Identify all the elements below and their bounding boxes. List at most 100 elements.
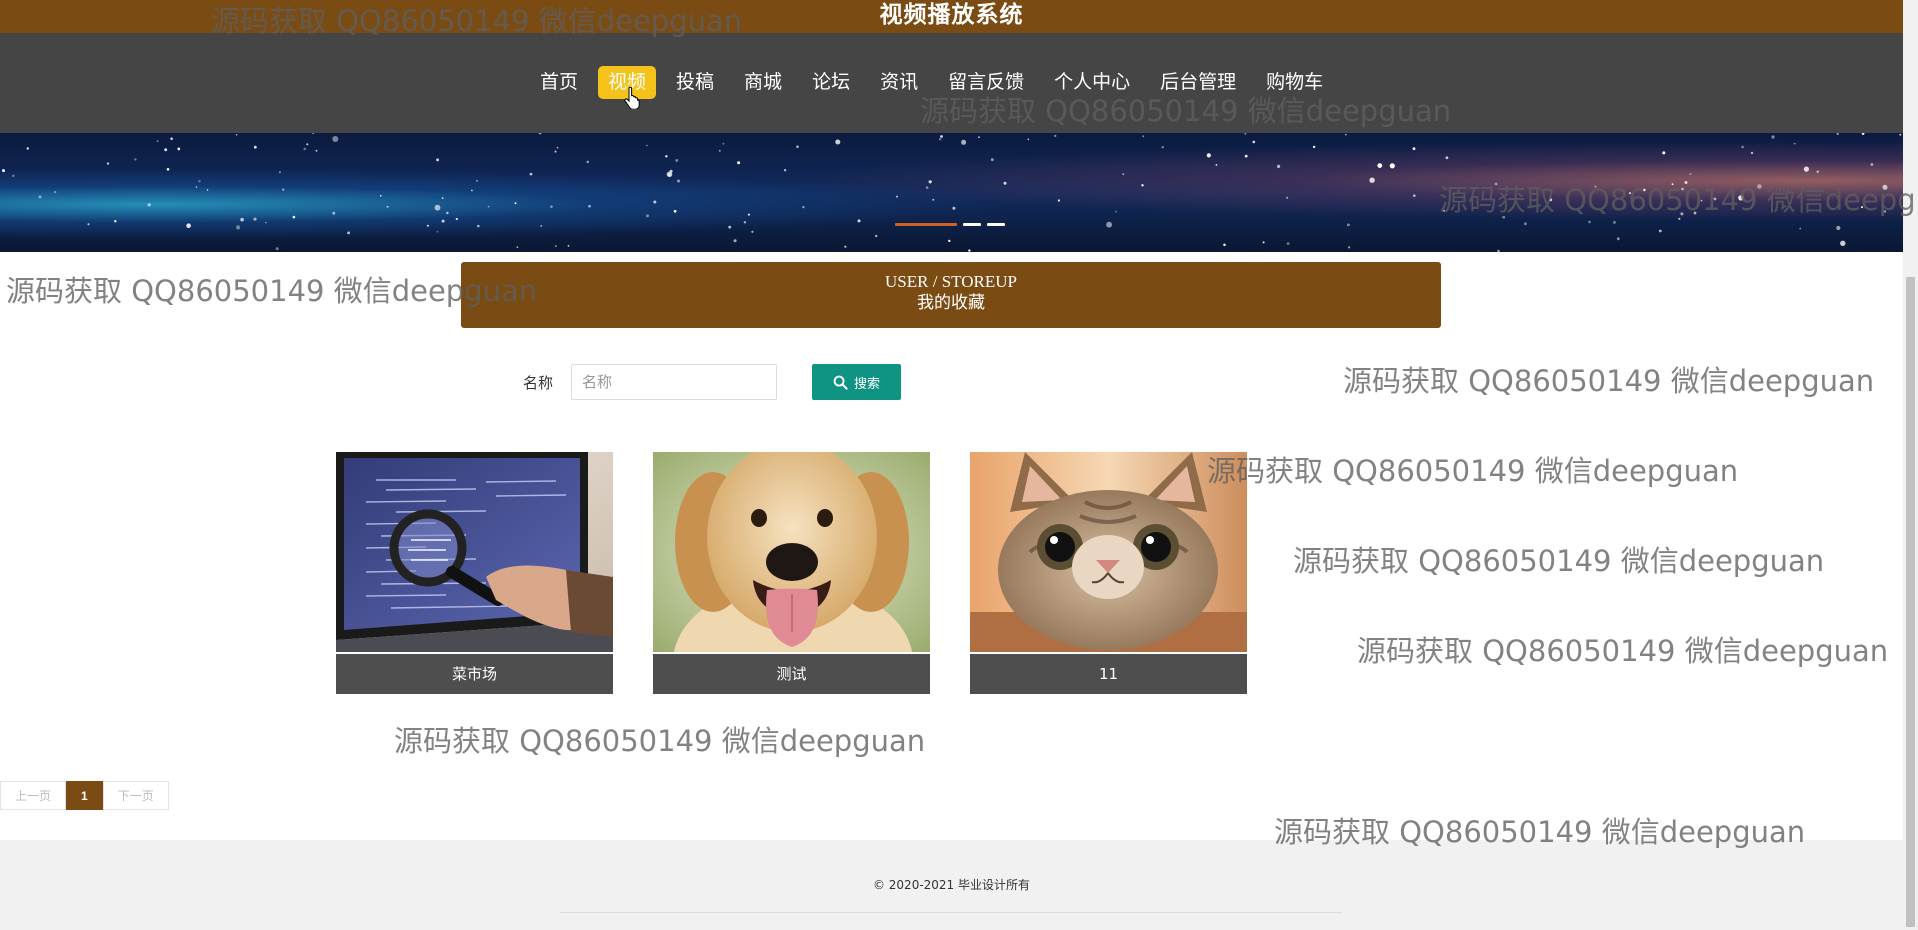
star-dot [87,223,90,226]
star-dot [332,211,336,215]
star-dot [1681,187,1684,191]
section-header: USER / STOREUP 我的收藏 [461,262,1441,328]
star-dot [737,161,741,165]
star-dot [554,245,557,247]
star-dot [1713,197,1717,201]
golden-retriever-photo [653,452,930,652]
nav-item-news[interactable]: 资讯 [870,66,928,99]
section-title-en: USER / STOREUP [885,272,1017,291]
star-dot [1142,135,1145,138]
star-dot [1684,181,1688,184]
star-dot [948,239,951,243]
nav-item-shop[interactable]: 商城 [734,66,792,99]
star-dot [1244,133,1247,135]
search-icon [833,375,848,390]
star-dot [733,239,737,243]
star-dot [471,189,473,192]
star-dot [186,223,191,228]
star-dot [1757,184,1762,189]
star-dot [1700,199,1703,202]
nav-item-forum[interactable]: 论坛 [802,66,860,99]
star-dot [436,231,439,233]
watermark-text: 源码获取 QQ86050149 微信deepguan [1357,634,1889,668]
carousel-indicator[interactable] [987,223,1005,226]
page: 视频播放系统 首页 视频 投稿 商城 论坛 资讯 留言反馈 个人中心 后台管理 … [0,0,1918,930]
star-dot [835,139,841,145]
laptop-magnifier-photo [336,452,613,652]
star-dot [961,139,967,145]
nav-bar: 首页 视频 投稿 商城 论坛 资讯 留言反馈 个人中心 后台管理 购物车 [0,33,1903,133]
carousel-indicator[interactable] [895,223,957,226]
star-dot [952,206,956,210]
star-dot [441,197,444,199]
nav-item-admin[interactable]: 后台管理 [1150,66,1246,99]
star-dot [426,224,429,227]
star-dot [1252,140,1256,144]
star-dot [1497,249,1500,252]
star-dot [1369,177,1375,183]
star-dot [728,225,732,229]
star-dot [177,147,181,151]
star-dot [240,217,244,222]
star-dot [1689,173,1692,175]
star-dot [1882,184,1888,190]
hero-banner[interactable] [0,133,1903,252]
star-dot [306,143,309,146]
nav-item-home[interactable]: 首页 [530,66,588,99]
search-button[interactable]: 搜索 [812,364,901,400]
scrollbar-thumb[interactable] [1906,277,1915,927]
star-dot [1003,181,1007,185]
star-dot [1106,221,1112,228]
star-dot [586,160,590,164]
star-dot [1816,170,1819,173]
watermark-text: 源码获取 QQ86050149 微信deepguan [394,724,926,758]
star-dot [1443,209,1446,212]
nav-item-submit[interactable]: 投稿 [666,66,724,99]
star-dot [1027,138,1030,141]
nav-menu: 首页 视频 投稿 商城 论坛 资讯 留言反馈 个人中心 后台管理 购物车 [530,66,1343,99]
favorite-card[interactable]: 11 [970,452,1247,694]
star-dot [653,200,657,204]
nav-item-profile[interactable]: 个人中心 [1044,66,1140,99]
star-dot [554,150,557,153]
card-title: 11 [970,654,1247,694]
star-dot [875,234,878,238]
name-search-input[interactable] [571,364,777,400]
star-dot [1549,198,1553,202]
star-dot [1741,145,1744,149]
current-page-button[interactable]: 1 [66,781,103,810]
star-dot [487,205,490,208]
favorite-card[interactable]: 测试 [653,452,930,694]
star-dot [747,213,750,216]
star-dot [2,169,5,173]
star-dot [722,142,725,145]
star-dot [1612,220,1616,224]
next-page-button[interactable]: 下一页 [102,781,169,810]
card-title: 菜市场 [336,654,613,694]
star-dot [278,171,281,174]
favorite-card[interactable]: 菜市场 [336,452,613,694]
card-title: 测试 [653,654,930,694]
prev-page-button[interactable]: 上一页 [0,781,67,810]
star-dot [1054,134,1057,137]
star-dot [164,148,168,152]
nav-item-cart[interactable]: 购物车 [1256,66,1333,99]
star-dot [514,202,517,205]
site-title: 视频播放系统 [879,2,1024,28]
star-dot [1594,185,1597,188]
star-dot [380,195,382,197]
star-dot [347,231,350,235]
star-dot [1793,142,1796,145]
nav-item-feedback[interactable]: 留言反馈 [938,66,1034,99]
star-dot [928,180,932,184]
pagination: 上一页 1 下一页 [0,781,169,810]
star-dot [1883,210,1887,213]
star-dot [1141,184,1144,187]
star-dot [567,245,570,247]
star-dot [303,147,307,151]
star-dot [1223,243,1226,247]
star-dot [796,145,799,148]
carousel-indicator[interactable] [963,223,981,226]
star-dot [1312,145,1316,149]
star-dot [1799,227,1802,230]
